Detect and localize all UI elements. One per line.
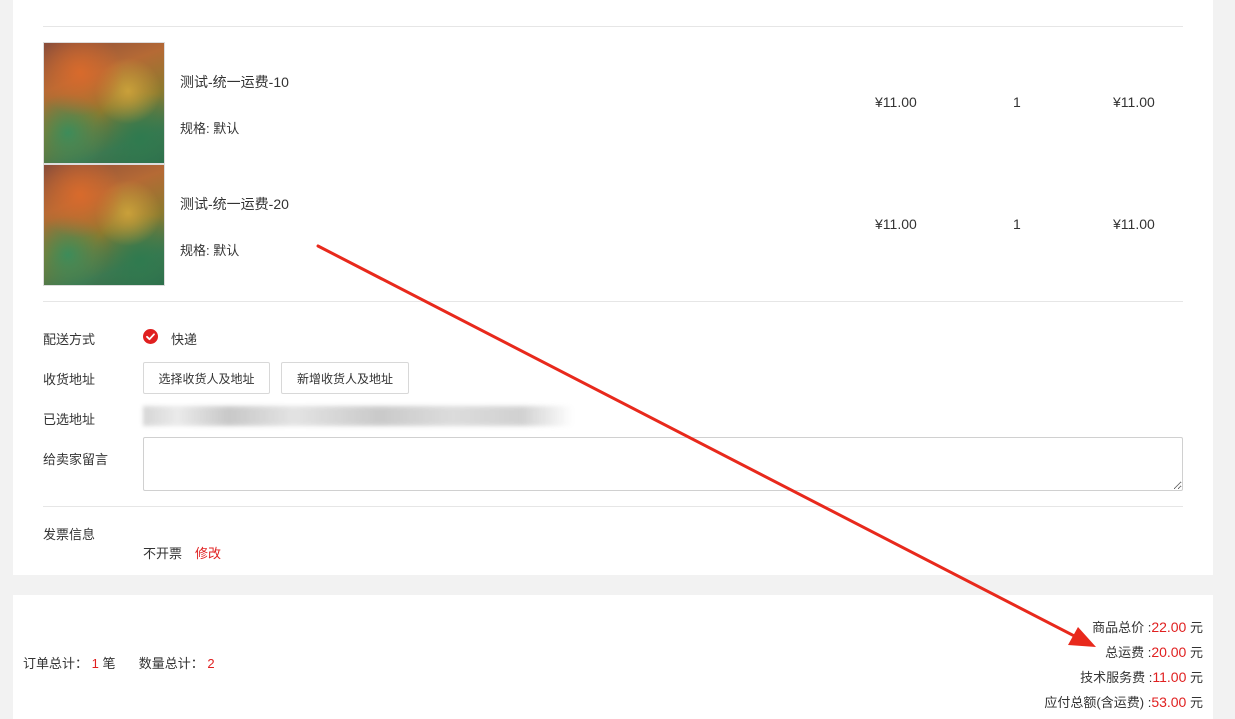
invoice-label: 发票信息 xyxy=(43,527,96,542)
shipping-total-line: 总运费 :20.00 元 xyxy=(1044,640,1203,665)
order-totals: 订单总计： 1 笔 数量总计： 2 xyxy=(23,653,215,672)
currency-unit: 元 xyxy=(1189,620,1203,635)
product-quantity: 1 xyxy=(1013,94,1021,110)
select-address-button[interactable]: 选择收货人及地址 xyxy=(143,362,270,394)
product-thumbnail[interactable] xyxy=(43,164,165,286)
currency-unit: 元 xyxy=(1189,670,1203,685)
shipping-total-value: 20.00 xyxy=(1151,644,1187,660)
selected-address-value-redacted xyxy=(143,406,573,426)
order-card: 测试-统一运费-10 规格: 默认 ¥11.00 1 ¥11.00 测试-统一运… xyxy=(13,0,1213,575)
product-spec: 规格: 默认 xyxy=(180,121,240,136)
quantity-total-value: 2 xyxy=(207,656,215,671)
product-price: ¥11.00 xyxy=(875,94,917,110)
product-quantity: 1 xyxy=(1013,216,1021,232)
price-breakdown: 商品总价 :22.00 元 总运费 :20.00 元 技术服务费 :11.00 … xyxy=(1044,615,1203,715)
invoice-value: 不开票 xyxy=(143,546,183,561)
divider xyxy=(43,26,1183,27)
product-row: 测试-统一运费-20 规格: 默认 ¥11.00 1 ¥11.00 xyxy=(43,164,1183,286)
goods-total-line: 商品总价 :22.00 元 xyxy=(1044,615,1203,640)
divider xyxy=(43,301,1183,302)
order-total-value: 1 xyxy=(91,656,99,671)
product-name[interactable]: 测试-统一运费-20 xyxy=(180,194,289,214)
check-circle-icon[interactable] xyxy=(143,329,158,344)
delivery-label: 配送方式 xyxy=(43,332,96,347)
service-fee-line: 技术服务费 :11.00 元 xyxy=(1044,665,1203,690)
service-fee-label: 技术服务费 : xyxy=(1080,670,1153,685)
product-subtotal: ¥11.00 xyxy=(1113,94,1155,110)
payable-total-label: 应付总额(含运费) : xyxy=(1044,695,1152,710)
selected-address-label: 已选地址 xyxy=(43,412,96,427)
invoice-edit-link[interactable]: 修改 xyxy=(195,543,221,562)
product-price: ¥11.00 xyxy=(875,216,917,232)
order-summary: 订单总计： 1 笔 数量总计： 2 商品总价 :22.00 元 总运费 :20.… xyxy=(13,595,1213,719)
address-label: 收货地址 xyxy=(43,372,96,387)
product-thumbnail[interactable] xyxy=(43,42,165,164)
product-name[interactable]: 测试-统一运费-10 xyxy=(180,72,289,92)
product-row: 测试-统一运费-10 规格: 默认 ¥11.00 1 ¥11.00 xyxy=(43,42,1183,164)
currency-unit: 元 xyxy=(1189,695,1203,710)
product-spec: 规格: 默认 xyxy=(180,243,240,258)
quantity-total-label: 数量总计： xyxy=(138,656,204,671)
seller-message-label: 给卖家留言 xyxy=(43,452,109,467)
product-subtotal: ¥11.00 xyxy=(1113,216,1155,232)
delivery-option-express[interactable]: 快递 xyxy=(171,329,197,348)
divider xyxy=(43,506,1183,507)
goods-total-value: 22.00 xyxy=(1151,619,1187,635)
add-address-button[interactable]: 新增收货人及地址 xyxy=(281,362,409,394)
order-total-label: 订单总计： xyxy=(23,656,89,671)
order-total-unit: 笔 xyxy=(102,656,116,671)
currency-unit: 元 xyxy=(1189,645,1203,660)
shipping-total-label: 总运费 : xyxy=(1105,645,1152,660)
payable-total-value: 53.00 xyxy=(1151,694,1187,710)
seller-message-input[interactable] xyxy=(143,437,1183,491)
service-fee-value: 11.00 xyxy=(1152,669,1187,685)
goods-total-label: 商品总价 : xyxy=(1092,620,1152,635)
payable-total-line: 应付总额(含运费) :53.00 元 xyxy=(1044,690,1203,715)
